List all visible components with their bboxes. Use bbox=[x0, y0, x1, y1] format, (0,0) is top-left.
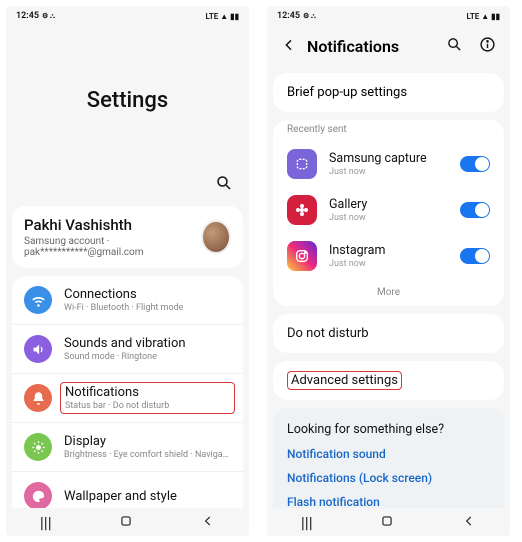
app-row-instagram[interactable]: Instagram Just now bbox=[273, 233, 504, 279]
account-sub: Samsung account · pak***********@gmail.c… bbox=[24, 236, 201, 258]
row-connections[interactable]: Connections Wi-Fi · Bluetooth · Flight m… bbox=[12, 276, 243, 325]
back-button[interactable] bbox=[201, 513, 215, 532]
row-sounds[interactable]: Sounds and vibration Sound mode · Ringto… bbox=[12, 325, 243, 374]
status-bar: 12:45 ⚙ ⛬ LTE ▲ ▮▮ bbox=[267, 6, 510, 26]
home-button[interactable] bbox=[380, 513, 394, 532]
home-button[interactable] bbox=[119, 513, 133, 532]
row-display[interactable]: Display Brightness · Eye comfort shield … bbox=[12, 423, 243, 472]
status-network: LTE ▲ ▮▮ bbox=[205, 12, 239, 21]
page-title: Notifications bbox=[307, 37, 436, 56]
status-network: LTE ▲ ▮▮ bbox=[466, 12, 500, 21]
toggle-gallery[interactable] bbox=[460, 202, 490, 218]
status-misc-icons: ⚙ ⛬ bbox=[303, 12, 316, 21]
android-navbar: ||| bbox=[6, 508, 249, 536]
recent-apps-button[interactable]: ||| bbox=[301, 513, 313, 532]
status-misc-icons: ⚙ ⛬ bbox=[42, 12, 55, 21]
page-header: Notifications bbox=[267, 26, 510, 67]
toggle-samsung-capture[interactable] bbox=[460, 156, 490, 172]
link-notification-sound[interactable]: Notification sound bbox=[287, 447, 490, 461]
recent-apps-button[interactable]: ||| bbox=[40, 513, 52, 532]
dnd-row[interactable]: Do not disturb bbox=[273, 314, 504, 353]
bell-icon bbox=[24, 384, 52, 412]
recently-sent-label: Recently sent bbox=[273, 120, 504, 141]
link-notifications-lock[interactable]: Notifications (Lock screen) bbox=[287, 471, 490, 485]
link-flash-notification[interactable]: Flash notification bbox=[287, 495, 490, 509]
settings-screen: 12:45 ⚙ ⛬ LTE ▲ ▮▮ Settings Pakhi Vashis… bbox=[6, 6, 249, 536]
brief-popup-settings[interactable]: Brief pop-up settings bbox=[273, 73, 504, 112]
status-bar: 12:45 ⚙ ⛬ LTE ▲ ▮▮ bbox=[6, 6, 249, 26]
search-icon[interactable] bbox=[446, 36, 463, 57]
notifications-highlight: Notifications Status bar · Do not distur… bbox=[60, 382, 235, 414]
gallery-icon bbox=[287, 195, 317, 225]
looking-title: Looking for something else? bbox=[287, 422, 490, 437]
sound-icon bbox=[24, 335, 52, 363]
account-card[interactable]: Pakhi Vashishth Samsung account · pak***… bbox=[12, 206, 243, 268]
notifications-screen: 12:45 ⚙ ⛬ LTE ▲ ▮▮ Notifications Brief p… bbox=[267, 6, 510, 536]
status-time: 12:45 bbox=[16, 11, 39, 21]
samsung-capture-icon bbox=[287, 149, 317, 179]
page-title: Settings bbox=[6, 26, 249, 174]
advanced-settings-highlight: Advanced settings bbox=[287, 371, 402, 390]
palette-icon bbox=[24, 482, 52, 510]
wifi-icon bbox=[24, 286, 52, 314]
account-name: Pakhi Vashishth bbox=[24, 216, 201, 234]
status-time: 12:45 bbox=[277, 11, 300, 21]
row-notifications[interactable]: Notifications Status bar · Do not distur… bbox=[12, 374, 243, 423]
back-button[interactable] bbox=[462, 513, 476, 532]
recent-apps-card: Recently sent Samsung capture Just now G… bbox=[273, 120, 504, 306]
back-icon[interactable] bbox=[281, 37, 297, 57]
avatar[interactable] bbox=[201, 220, 231, 254]
toggle-instagram[interactable] bbox=[460, 248, 490, 264]
android-navbar: ||| bbox=[267, 508, 510, 536]
looking-for-card: Looking for something else? Notification… bbox=[273, 408, 504, 523]
sun-icon bbox=[24, 433, 52, 461]
more-button[interactable]: More bbox=[279, 279, 498, 306]
app-row-gallery[interactable]: Gallery Just now bbox=[273, 187, 504, 233]
advanced-settings-row[interactable]: Advanced settings bbox=[273, 361, 504, 400]
info-icon[interactable] bbox=[479, 36, 496, 57]
settings-list: Connections Wi-Fi · Bluetooth · Flight m… bbox=[12, 276, 243, 520]
instagram-icon bbox=[287, 241, 317, 271]
search-icon[interactable] bbox=[215, 174, 233, 196]
app-row-samsung-capture[interactable]: Samsung capture Just now bbox=[273, 141, 504, 187]
